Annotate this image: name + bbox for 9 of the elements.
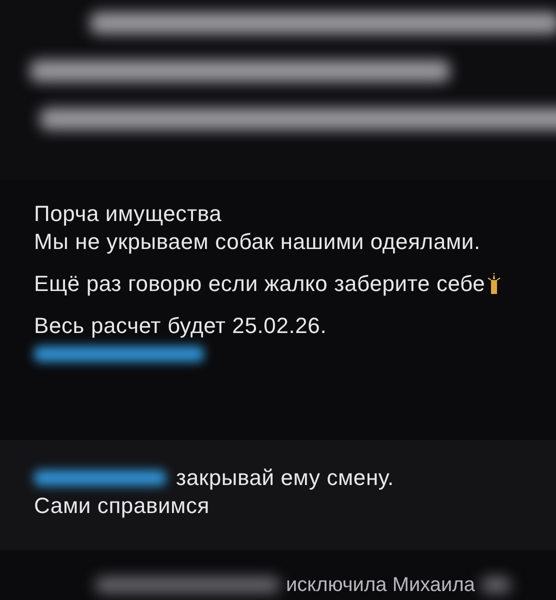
message-text: Сами справимся: [34, 493, 210, 519]
message-text: Весь расчет будет 25.02.26.: [34, 313, 327, 339]
candle-icon: [487, 273, 502, 295]
redacted-text: [481, 577, 512, 593]
message-text: Мы не укрываем собак нашими одеялами.: [34, 229, 480, 255]
message-text: Ещё раз говорю если жалко заберите себе: [34, 271, 486, 297]
message-text: закрывай ему смену.: [176, 465, 394, 491]
service-text: исключила Михаила: [286, 574, 476, 596]
message-text: Порча имущества: [34, 201, 222, 227]
